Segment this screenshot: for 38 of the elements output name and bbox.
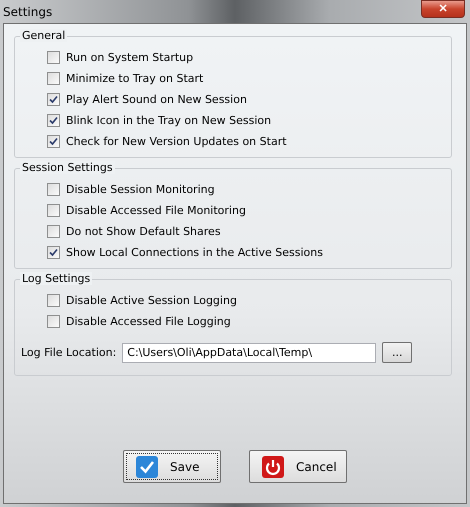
checkbox-label: Disable Active Session Logging [66, 294, 237, 306]
checkbox-label: Minimize to Tray on Start [66, 72, 204, 84]
checkbox[interactable] [47, 246, 60, 258]
checkbox-label: Blink Icon in the Tray on New Session [66, 114, 272, 126]
cancel-button[interactable]: Cancel [249, 450, 347, 483]
window-title: Settings [3, 4, 52, 18]
checkbox[interactable] [47, 224, 60, 238]
group-title: Session Settings [20, 161, 115, 174]
check-icon [49, 136, 58, 146]
group-title: Log Settings [20, 272, 92, 285]
check-icon [49, 116, 58, 124]
checkbox-label: Disable Accessed File Logging [66, 314, 231, 328]
checkbox[interactable] [47, 134, 60, 148]
checkbox-label: Play Alert Sound on New Session [66, 92, 247, 106]
power-icon [262, 456, 284, 478]
group-title: General [20, 29, 68, 42]
checkbox[interactable] [47, 314, 60, 328]
save-button[interactable]: Save [123, 450, 221, 483]
checkbox-label: Do not Show Default Shares [66, 224, 221, 238]
check-icon [49, 94, 58, 104]
field-label: Log File Location: [21, 346, 116, 359]
checkbox[interactable] [47, 294, 60, 306]
checkbox-label: Disable Session Monitoring [66, 182, 215, 196]
checkbox[interactable] [47, 92, 60, 106]
checkbox[interactable] [47, 114, 60, 126]
checkbox-label: Run on System Startup [66, 50, 194, 64]
checkbox-label: Check for New Version Updates on Start [66, 134, 287, 148]
checkbox[interactable] [47, 50, 60, 64]
checkbox[interactable] [47, 72, 60, 84]
checkbox[interactable] [47, 182, 60, 196]
check-icon [49, 248, 58, 256]
browse-button[interactable]: ... [382, 342, 412, 363]
path-field[interactable]: C:\Users\Oli\AppData\Local\Temp\ [122, 342, 376, 362]
close-button[interactable]: ✕ [421, 0, 465, 18]
checkbox-label: Show Local Connections in the Active Sessions [66, 246, 323, 258]
checkbox[interactable] [47, 204, 60, 216]
checkmark-icon [136, 456, 158, 478]
checkbox-label: Disable Accessed File Monitoring [66, 204, 246, 216]
